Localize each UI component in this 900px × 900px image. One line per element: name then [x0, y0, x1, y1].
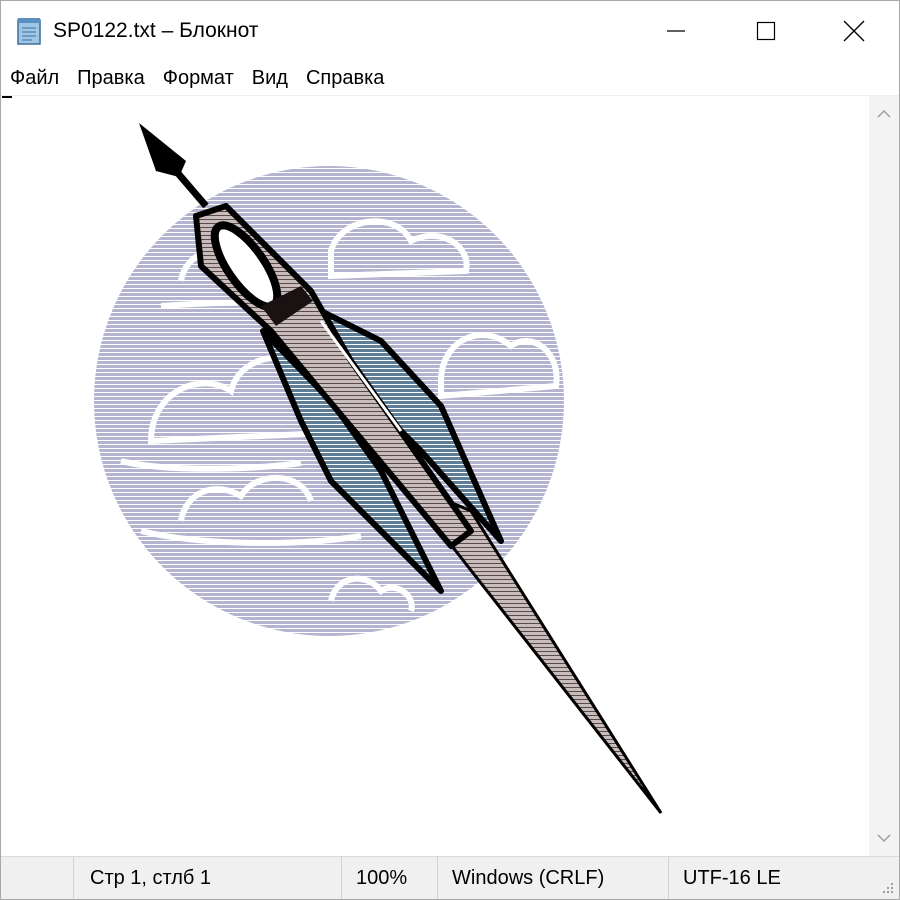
text-editor-area[interactable] [1, 96, 869, 856]
menu-file[interactable]: Файл [1, 61, 68, 95]
minimize-icon [667, 30, 685, 32]
window-title: SP0122.txt – Блокнот [53, 19, 259, 42]
vertical-scrollbar[interactable] [869, 96, 899, 856]
menu-help[interactable]: Справка [297, 61, 393, 95]
encoding: UTF-16 LE [668, 857, 899, 899]
close-button[interactable] [809, 1, 899, 61]
ascii-art-rocket [94, 123, 663, 814]
menu-format[interactable]: Формат [154, 61, 243, 95]
status-bar: Стр 1, стлб 1 100% Windows (CRLF) UTF-16… [1, 856, 899, 899]
maximize-button[interactable] [721, 1, 811, 61]
close-icon [843, 20, 865, 42]
chevron-up-icon [877, 109, 891, 118]
chevron-down-icon [877, 834, 891, 843]
menu-bar: Файл Правка Формат Вид Справка [1, 61, 899, 96]
notepad-window: SP0122.txt – Блокнот Файл Правка Формат … [0, 0, 900, 900]
line-endings: Windows (CRLF) [437, 857, 669, 899]
maximize-icon [756, 21, 776, 41]
resize-grip-icon[interactable] [879, 879, 895, 895]
title-bar[interactable]: SP0122.txt – Блокнот [1, 1, 899, 61]
cursor-position: Стр 1, стлб 1 [73, 857, 343, 899]
scroll-up-button[interactable] [869, 96, 899, 132]
zoom-level: 100% [341, 857, 438, 899]
menu-edit[interactable]: Правка [68, 61, 154, 95]
scroll-down-button[interactable] [869, 820, 899, 856]
notepad-icon [17, 18, 41, 45]
minimize-button[interactable] [631, 1, 721, 61]
text-caret [2, 96, 12, 98]
menu-view[interactable]: Вид [243, 61, 297, 95]
